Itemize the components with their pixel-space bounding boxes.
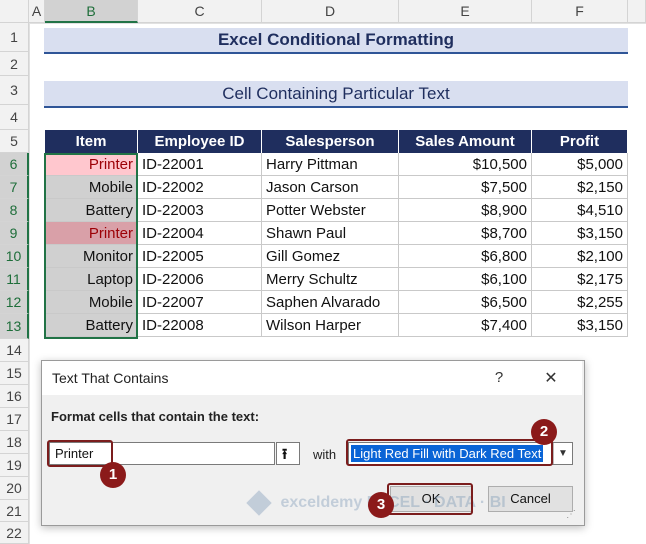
column-header-d[interactable]: D — [262, 0, 399, 23]
header-salesperson: Salesperson — [262, 130, 399, 153]
sheet-title: Excel Conditional Formatting — [44, 28, 628, 54]
watermark-logo-icon — [246, 490, 272, 516]
cell-sales-amount[interactable]: $6,800 — [399, 245, 532, 268]
dialog-title: Text That Contains — [52, 370, 169, 386]
close-icon[interactable]: ✕ — [538, 368, 564, 388]
column-header-f[interactable]: F — [532, 0, 628, 23]
row-header-3[interactable]: 3 — [0, 76, 29, 105]
row-header-4[interactable]: 4 — [0, 105, 29, 130]
row-header-19[interactable]: 19 — [0, 454, 29, 477]
row-header-21[interactable]: 21 — [0, 500, 29, 522]
column-header-c[interactable]: C — [138, 0, 262, 23]
row-header-6[interactable]: 6 — [0, 153, 29, 176]
row-header-16[interactable]: 16 — [0, 385, 29, 408]
cell-employee-id[interactable]: ID-22006 — [138, 268, 262, 291]
header-sales-amount: Sales Amount — [399, 130, 532, 153]
callout-2: 2 — [531, 419, 557, 445]
row-header-7[interactable]: 7 — [0, 176, 29, 199]
cell-salesperson[interactable]: Saphen Alvarado — [262, 291, 399, 314]
cell-salesperson[interactable]: Potter Webster — [262, 199, 399, 222]
cell-sales-amount[interactable]: $7,400 — [399, 314, 532, 337]
row-header-9[interactable]: 9 — [0, 222, 29, 245]
row-header-13[interactable]: 13 — [0, 314, 29, 339]
row-header-1[interactable]: 1 — [0, 23, 29, 52]
column-header-g[interactable] — [628, 0, 646, 23]
row-header-15[interactable]: 15 — [0, 362, 29, 385]
cell-sales-amount[interactable]: $8,700 — [399, 222, 532, 245]
row-header-11[interactable]: 11 — [0, 268, 29, 291]
resize-grip-icon[interactable]: ⋰ — [566, 509, 576, 520]
cell-employee-id[interactable]: ID-22004 — [138, 222, 262, 245]
row-header-8[interactable]: 8 — [0, 199, 29, 222]
row-header-2[interactable]: 2 — [0, 52, 29, 76]
row-header-5[interactable]: 5 — [0, 130, 29, 153]
header-item: Item — [45, 130, 138, 153]
cell-employee-id[interactable]: ID-22008 — [138, 314, 262, 337]
selection-range — [44, 153, 138, 339]
cell-profit[interactable]: $2,100 — [532, 245, 628, 268]
cell-employee-id[interactable]: ID-22003 — [138, 199, 262, 222]
cell-sales-amount[interactable]: $10,500 — [399, 153, 532, 176]
header-employee-id: Employee ID — [138, 130, 262, 153]
cell-profit[interactable]: $5,000 — [532, 153, 628, 176]
cell-employee-id[interactable]: ID-22001 — [138, 153, 262, 176]
dialog-prompt: Format cells that contain the text: — [51, 409, 260, 424]
cell-sales-amount[interactable]: $6,500 — [399, 291, 532, 314]
row-header-20[interactable]: 20 — [0, 477, 29, 500]
column-header-b[interactable]: B — [45, 0, 138, 23]
cell-salesperson[interactable]: Jason Carson — [262, 176, 399, 199]
cell-salesperson[interactable]: Harry Pittman — [262, 153, 399, 176]
callout-3: 3 — [368, 492, 394, 518]
chevron-down-icon[interactable]: ▼ — [553, 443, 572, 464]
ok-highlight-box — [387, 483, 473, 515]
select-all-corner[interactable] — [0, 0, 29, 23]
cell-salesperson[interactable]: Merry Schultz — [262, 268, 399, 291]
sheet-subtitle: Cell Containing Particular Text — [44, 81, 628, 108]
with-label: with — [313, 447, 337, 462]
row-header-10[interactable]: 10 — [0, 245, 29, 268]
cell-salesperson[interactable]: Shawn Paul — [262, 222, 399, 245]
input-highlight-box — [47, 440, 113, 467]
cell-employee-id[interactable]: ID-22005 — [138, 245, 262, 268]
row-header-12[interactable]: 12 — [0, 291, 29, 314]
cell-sales-amount[interactable]: $7,500 — [399, 176, 532, 199]
header-profit: Profit — [532, 130, 628, 153]
cell-profit[interactable]: $4,510 — [532, 199, 628, 222]
column-header-a[interactable]: A — [29, 0, 45, 23]
help-button[interactable]: ? — [489, 369, 509, 386]
cell-sales-amount[interactable]: $6,100 — [399, 268, 532, 291]
row-header-18[interactable]: 18 — [0, 431, 29, 454]
row-header-22[interactable]: 22 — [0, 522, 29, 544]
cell-salesperson[interactable]: Gill Gomez — [262, 245, 399, 268]
cell-profit[interactable]: $2,175 — [532, 268, 628, 291]
row-header-14[interactable]: 14 — [0, 339, 29, 362]
collapse-dialog-button[interactable]: ⭱ — [276, 442, 300, 465]
cell-profit[interactable]: $2,255 — [532, 291, 628, 314]
cell-profit[interactable]: $3,150 — [532, 222, 628, 245]
column-header-e[interactable]: E — [399, 0, 532, 23]
callout-1: 1 — [100, 462, 126, 488]
cell-profit[interactable]: $3,150 — [532, 314, 628, 337]
cell-profit[interactable]: $2,150 — [532, 176, 628, 199]
row-header-17[interactable]: 17 — [0, 408, 29, 431]
format-highlight-box — [346, 439, 553, 466]
cell-employee-id[interactable]: ID-22007 — [138, 291, 262, 314]
cell-sales-amount[interactable]: $8,900 — [399, 199, 532, 222]
cell-salesperson[interactable]: Wilson Harper — [262, 314, 399, 337]
cell-employee-id[interactable]: ID-22002 — [138, 176, 262, 199]
up-arrow-icon: ⭱ — [282, 446, 288, 463]
